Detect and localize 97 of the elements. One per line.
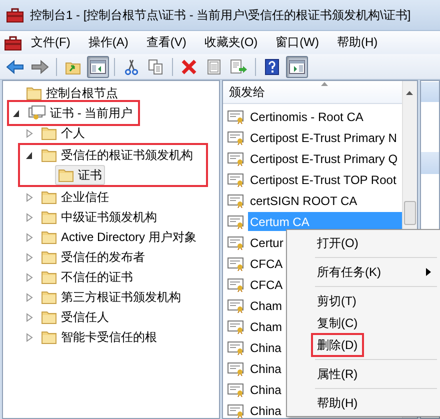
menu-item[interactable]: 收藏夹(O)	[195, 34, 267, 51]
context-menu-item[interactable]: 打开(O)	[311, 231, 364, 255]
delete-icon	[181, 58, 197, 74]
context-menu-item[interactable]: 删除(D)	[311, 333, 364, 357]
folder-icon	[41, 230, 57, 244]
folder-icon	[41, 270, 57, 284]
collapsed-arrow-icon[interactable]	[26, 292, 32, 302]
certificate-row[interactable]: Cham	[248, 317, 284, 336]
help-icon	[265, 58, 279, 74]
collapsed-arrow-icon[interactable]	[26, 128, 32, 138]
certificate-row[interactable]: China	[248, 359, 284, 378]
certificate-icon	[227, 256, 245, 270]
certificate-row[interactable]: Certipost E-Trust Primary N	[248, 128, 399, 147]
folder-icon	[41, 210, 57, 224]
tree-item[interactable]: 证书	[55, 165, 105, 185]
certificate-row[interactable]: Cham	[248, 296, 284, 315]
certificate-row[interactable]: Certur	[248, 233, 286, 252]
certificate-row[interactable]: China	[248, 380, 284, 399]
certificate-icon	[227, 320, 245, 334]
certificate-icon	[227, 382, 245, 396]
tree-item[interactable]: 受信任的发布者	[38, 247, 148, 267]
scroll-thumb[interactable]	[404, 201, 416, 225]
certificate-row[interactable]: CFCA	[248, 254, 285, 273]
tree-item[interactable]: 企业信任	[38, 187, 112, 207]
scroll-up-icon[interactable]	[406, 91, 413, 95]
context-menu-item[interactable]: 复制(C)	[311, 311, 364, 335]
expanded-arrow-icon[interactable]	[26, 150, 32, 160]
tree-item[interactable]: 智能卡受信任的根	[38, 327, 160, 347]
folder-icon	[41, 330, 57, 344]
certificate-icon	[227, 194, 245, 208]
certificate-store-icon	[28, 105, 46, 121]
context-menu-item[interactable]: 属性(R)	[311, 362, 364, 386]
collapsed-arrow-icon[interactable]	[26, 192, 32, 202]
certificate-row[interactable]: CFCA	[248, 275, 285, 294]
export-list-icon	[230, 58, 248, 74]
tree-item[interactable]: 中级证书颁发机构	[38, 207, 160, 227]
context-menu-item[interactable]: 剪切(T)	[311, 289, 362, 313]
certificate-icon	[227, 130, 245, 144]
toolbox-icon	[6, 7, 24, 23]
folder-icon	[41, 190, 57, 204]
action-pane-icon	[289, 60, 305, 74]
menu-item[interactable]: 操作(A)	[79, 34, 138, 51]
certificate-row[interactable]: China	[248, 338, 284, 357]
folder-icon	[41, 250, 57, 264]
certificate-icon	[227, 340, 245, 354]
certificate-row[interactable]: China	[248, 401, 284, 418]
certificate-row[interactable]: Certipost E-Trust Primary Q	[248, 149, 400, 168]
expanded-arrow-icon[interactable]	[12, 108, 20, 118]
certificate-icon	[227, 110, 245, 124]
folder-icon	[41, 310, 57, 324]
certificate-row[interactable]: certSIGN ROOT CA	[248, 191, 360, 210]
folder-icon	[41, 290, 57, 304]
properties-icon	[206, 58, 222, 74]
console-tree-icon	[90, 60, 106, 74]
collapsed-arrow-icon[interactable]	[26, 332, 32, 342]
collapsed-arrow-icon[interactable]	[26, 312, 32, 322]
certificate-icon	[227, 278, 245, 292]
copy-icon	[148, 58, 164, 74]
collapsed-arrow-icon[interactable]	[26, 252, 32, 262]
context-menu-item[interactable]: 所有任务(K)	[311, 260, 387, 284]
tree-item[interactable]: 受信任人	[38, 307, 112, 327]
folder-icon	[41, 126, 57, 140]
sort-arrow-icon	[321, 82, 328, 86]
forward-arrow-icon	[31, 60, 49, 74]
folder-icon	[26, 86, 42, 100]
tree-item[interactable]: 受信任的根证书颁发机构	[38, 145, 196, 165]
collapsed-arrow-icon[interactable]	[26, 212, 32, 222]
certificate-icon	[227, 152, 245, 166]
tree-item[interactable]: 控制台根节点	[23, 83, 121, 103]
folder-icon	[41, 148, 57, 162]
certificate-icon	[227, 298, 245, 312]
tree-item[interactable]: 第三方根证书颁发机构	[38, 287, 184, 307]
certificate-icon	[227, 362, 245, 376]
tree-item[interactable]: Active Directory 用户对象	[38, 227, 200, 247]
context-menu-item[interactable]: 帮助(H)	[311, 391, 364, 415]
collapsed-arrow-icon[interactable]	[26, 232, 32, 242]
tree-item[interactable]: 证书 - 当前用户	[25, 103, 136, 123]
certificate-icon	[227, 172, 245, 186]
toolbar-button[interactable]	[87, 56, 109, 78]
tree-item[interactable]: 个人	[38, 123, 88, 143]
menu-item[interactable]: 帮助(H)	[328, 34, 387, 51]
scissors-icon	[124, 58, 138, 74]
tree-item[interactable]: 不信任的证书	[38, 267, 136, 287]
toolbar-button[interactable]	[286, 56, 308, 78]
back-arrow-icon	[6, 60, 24, 74]
menu-item[interactable]: 查看(V)	[137, 34, 196, 51]
folder-icon	[58, 168, 74, 182]
menu-item[interactable]: 窗口(W)	[266, 34, 328, 51]
window-title: 控制台1 - [控制台根节点\证书 - 当前用户\受信任的根证书颁发机构\证书]	[30, 6, 411, 24]
collapsed-arrow-icon[interactable]	[26, 272, 32, 282]
menu-item[interactable]: 文件(F)	[22, 34, 80, 51]
toolbox-icon	[4, 34, 22, 50]
column-header[interactable]: 颁发给	[223, 81, 402, 104]
certificate-icon	[227, 214, 245, 228]
certificate-row[interactable]: Certinomis - Root CA	[248, 107, 366, 126]
certificate-icon	[227, 236, 245, 250]
certificate-row[interactable]: Certipost E-Trust TOP Root	[248, 170, 398, 189]
